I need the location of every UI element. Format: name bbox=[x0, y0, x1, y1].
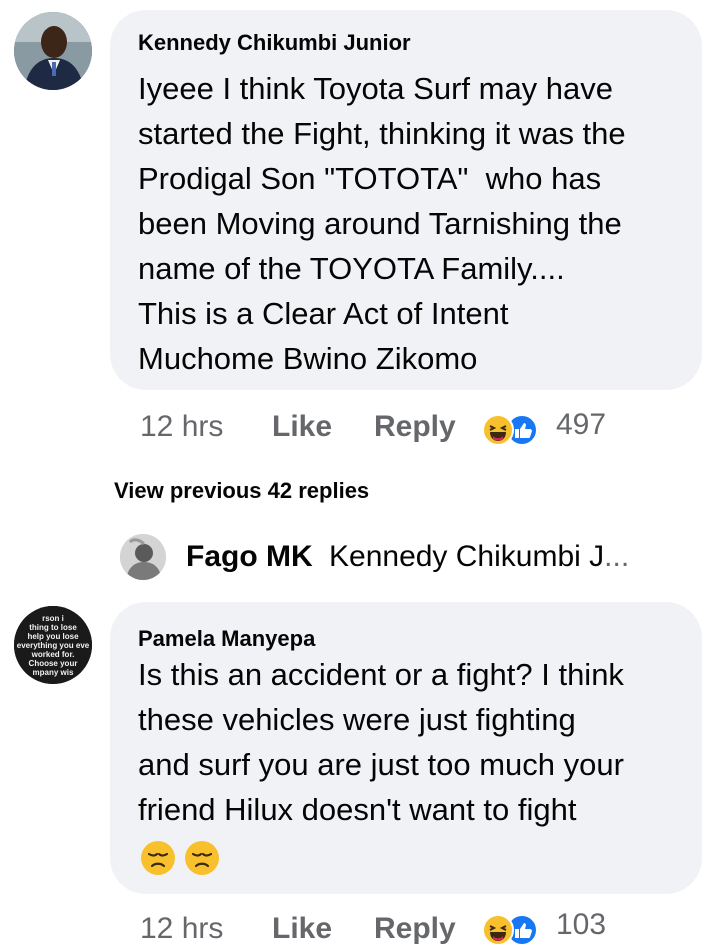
comment-bubble: Kennedy Chikumbi Junior Iyeee I think To… bbox=[110, 10, 702, 390]
avatar-pamela[interactable]: rson i thing to lose help you lose every… bbox=[14, 606, 92, 684]
comment-text: Is this an accident or a fight? I think … bbox=[138, 652, 698, 832]
avatar-quote-line: worked for. bbox=[31, 650, 75, 659]
comment-line: been Moving around Tarnishing the bbox=[138, 206, 622, 241]
comment-time[interactable]: 12 hrs bbox=[140, 912, 223, 946]
comment-author[interactable]: Pamela Manyepa bbox=[138, 626, 315, 652]
laughing-face-icon bbox=[482, 414, 514, 446]
avatar-quote-text: rson i thing to lose help you lose every… bbox=[14, 614, 92, 677]
reaction-icons[interactable] bbox=[482, 414, 544, 446]
person-photo-icon bbox=[120, 534, 166, 580]
reply-button[interactable]: Reply bbox=[374, 912, 456, 946]
comment-line: This is a Clear Act of Intent bbox=[138, 296, 509, 331]
avatar-quote-line: rson i bbox=[42, 614, 64, 623]
comment-line: started the Fight, thinking it was the bbox=[138, 116, 626, 151]
view-previous-replies-link[interactable]: View previous 42 replies bbox=[114, 478, 369, 504]
comment-line: and surf you are just too much your bbox=[138, 747, 624, 782]
avatar-quote-line: help you lose bbox=[27, 632, 79, 641]
comment-line: Prodigal Son "TOTOTA" who has bbox=[138, 161, 602, 196]
laughing-face-icon bbox=[482, 914, 514, 946]
reaction-icons[interactable] bbox=[482, 914, 544, 946]
like-button[interactable]: Like bbox=[272, 410, 332, 444]
comment-line: name of the TOYOTA Family.... bbox=[138, 251, 565, 286]
comment-line: these vehicles were just fighting bbox=[138, 702, 576, 737]
comment-emojis bbox=[140, 840, 220, 876]
reaction-count[interactable]: 103 bbox=[556, 908, 606, 942]
avatar-fago[interactable] bbox=[120, 534, 166, 580]
comment-line: friend Hilux doesn't want to fight bbox=[138, 792, 577, 827]
disappointed-face-icon bbox=[141, 841, 175, 875]
person-photo-icon bbox=[14, 12, 92, 90]
like-button[interactable]: Like bbox=[272, 912, 332, 946]
avatar-quote-line: everything you eve bbox=[16, 641, 90, 650]
reply-preview[interactable]: Fago MK Kennedy Chikumbi J... bbox=[186, 540, 629, 574]
comment-text: Iyeee I think Toyota Surf may have start… bbox=[138, 66, 698, 381]
reply-author[interactable]: Fago MK bbox=[186, 540, 313, 573]
comment-line: Is this an accident or a fight? I think bbox=[138, 657, 624, 692]
reply-text: Kennedy Chikumbi J bbox=[329, 540, 605, 573]
avatar-quote-line: Choose your bbox=[28, 659, 78, 668]
comment-actions: 12 hrs Like Reply 103 bbox=[140, 908, 700, 948]
comment-line: Iyeee I think Toyota Surf may have bbox=[138, 71, 614, 106]
comment-bubble: Pamela Manyepa Is this an accident or a … bbox=[110, 602, 702, 894]
disappointed-face-icon bbox=[185, 841, 220, 875]
comment-actions: 12 hrs Like Reply 497 bbox=[140, 408, 700, 448]
avatar-quote-line: thing to lose bbox=[29, 623, 77, 632]
reply-ellipsis: ... bbox=[604, 540, 630, 573]
comment-line: Muchome Bwino Zikomo bbox=[138, 341, 478, 376]
comment-author[interactable]: Kennedy Chikumbi Junior bbox=[138, 30, 411, 56]
avatar-quote-line: mpany wis bbox=[32, 668, 74, 677]
comment-time[interactable]: 12 hrs bbox=[140, 410, 223, 444]
avatar-kennedy[interactable] bbox=[14, 12, 92, 90]
reaction-count[interactable]: 497 bbox=[556, 408, 606, 442]
reply-button[interactable]: Reply bbox=[374, 410, 456, 444]
